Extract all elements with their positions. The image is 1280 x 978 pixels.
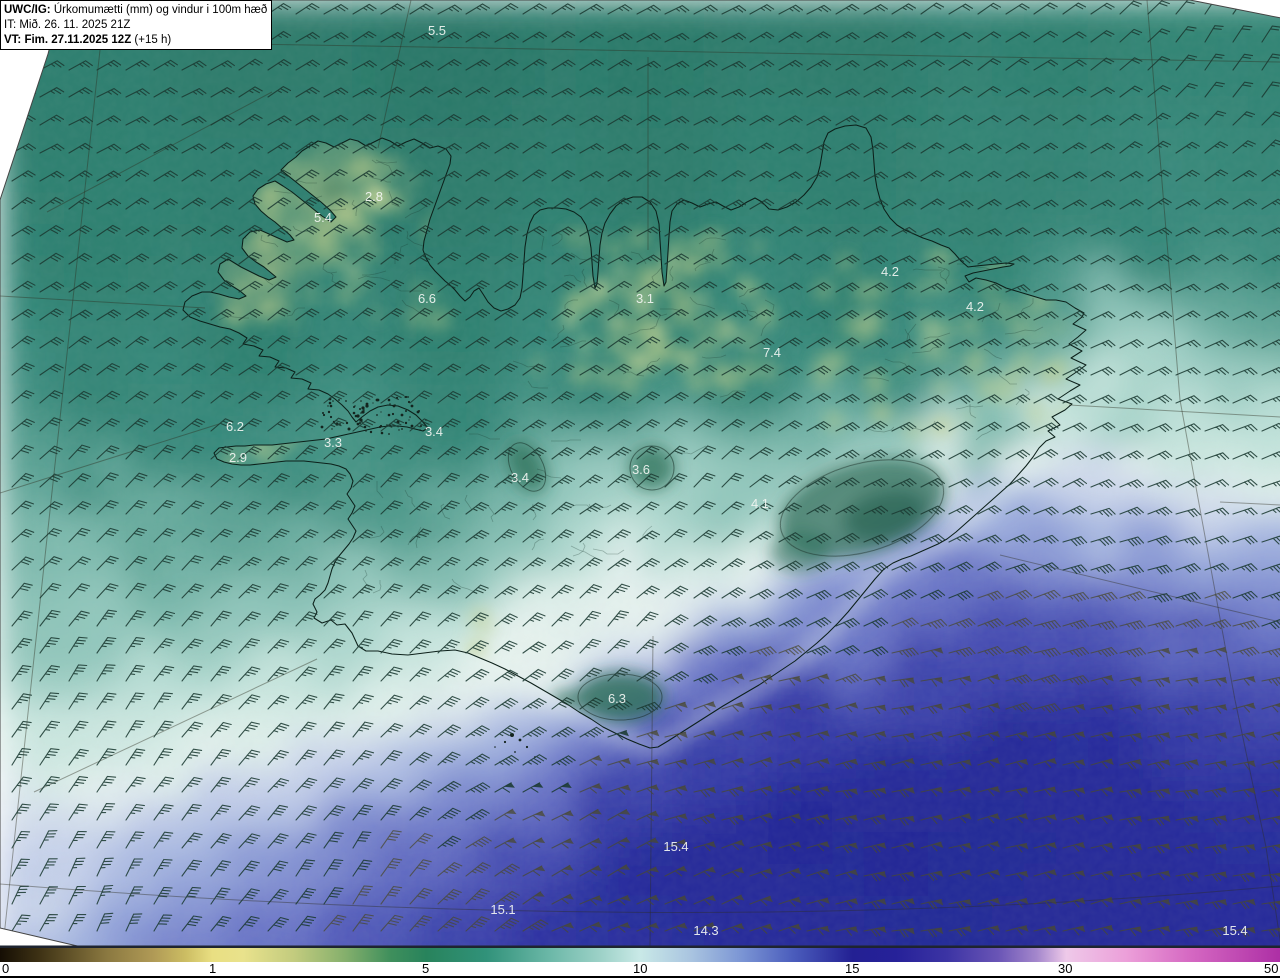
svg-text:2.8: 2.8 <box>365 189 383 204</box>
svg-text:4.1: 4.1 <box>751 496 769 511</box>
svg-text:5.4: 5.4 <box>314 210 332 225</box>
svg-text:14.3: 14.3 <box>693 923 718 938</box>
svg-text:6.3: 6.3 <box>608 691 626 706</box>
svg-text:5.5: 5.5 <box>428 23 446 38</box>
svg-text:3.6: 3.6 <box>632 462 650 477</box>
svg-text:7.4: 7.4 <box>763 345 781 360</box>
svg-text:4.2: 4.2 <box>881 264 899 279</box>
svg-text:15.4: 15.4 <box>663 839 688 854</box>
svg-text:3.4: 3.4 <box>425 424 443 439</box>
svg-text:6.2: 6.2 <box>226 419 244 434</box>
svg-text:4.2: 4.2 <box>966 299 984 314</box>
svg-text:6.6: 6.6 <box>418 291 436 306</box>
svg-text:3.1: 3.1 <box>636 291 654 306</box>
svg-text:2.9: 2.9 <box>229 450 247 465</box>
svg-text:3.3: 3.3 <box>324 435 342 450</box>
svg-text:3.4: 3.4 <box>511 470 529 485</box>
svg-text:15.1: 15.1 <box>490 902 515 917</box>
svg-text:15.4: 15.4 <box>1222 923 1247 938</box>
